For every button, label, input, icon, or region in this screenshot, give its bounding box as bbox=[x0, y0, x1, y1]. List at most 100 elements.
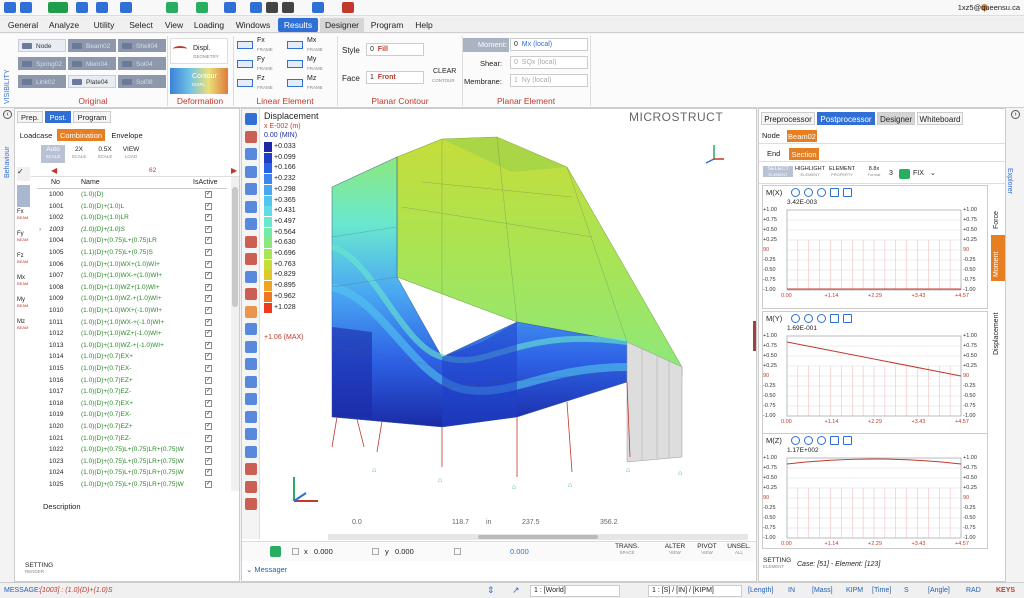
front-icon[interactable] bbox=[245, 253, 257, 265]
table-row[interactable]: 1017 (1.0)(D)+(0.7)EZ- ✓ bbox=[37, 386, 217, 397]
viewport-splitter[interactable] bbox=[753, 321, 756, 351]
row-active-checkbox[interactable]: ✓ bbox=[205, 423, 212, 430]
style-select[interactable]: 0 Fill bbox=[366, 43, 424, 56]
row-active-checkbox[interactable]: ✓ bbox=[205, 411, 212, 419]
table-row[interactable]: 1002 (1.0)(D)+(1.0)LR ✓ bbox=[37, 212, 217, 223]
row-active-checkbox[interactable]: ✓ bbox=[205, 283, 212, 291]
updown-icon[interactable]: ⇕ bbox=[487, 585, 497, 596]
right-tab-1[interactable]: Postprocessor bbox=[817, 112, 875, 125]
result-tool-2[interactable]: ELEMENT PROPERTY bbox=[827, 166, 857, 177]
next-arrow-icon[interactable]: ▶ bbox=[231, 166, 237, 175]
status-item-7[interactable]: RAD bbox=[966, 585, 981, 596]
model-3d-view[interactable]: ⌂ ⌂ ⌂ ⌂ ⌂ ⌂ bbox=[302, 127, 752, 522]
row-active-checkbox[interactable]: ✓ bbox=[205, 434, 212, 442]
menu-loading[interactable]: Loading bbox=[190, 18, 228, 32]
beam-tab[interactable]: Beam02 bbox=[787, 130, 817, 142]
chart-zoom-in-icon[interactable] bbox=[791, 314, 800, 323]
original-sol04-toggle[interactable]: Sol04 bbox=[118, 57, 166, 70]
linear-fz-button[interactable]: Fz FRAME bbox=[236, 75, 284, 92]
pause-icon[interactable] bbox=[96, 2, 108, 13]
end-tab[interactable]: End bbox=[767, 149, 780, 158]
displacement-tab[interactable]: Displacement bbox=[993, 313, 1000, 355]
undo-icon[interactable] bbox=[166, 2, 178, 13]
chart-list-icon[interactable] bbox=[843, 314, 852, 323]
setting-render-button[interactable]: SETTING RENDER bbox=[25, 562, 53, 574]
result-tool-3[interactable]: 8.8x Format bbox=[859, 166, 889, 177]
viewport-h-scrollbar[interactable] bbox=[328, 534, 748, 540]
viewport-btn-trans[interactable]: TRANS. SPACE bbox=[612, 543, 642, 555]
row-active-checkbox[interactable]: ✓ bbox=[205, 214, 212, 222]
left-subtab-0[interactable]: Loadcase bbox=[17, 129, 55, 141]
table-row[interactable]: 1004 (1.0)(D)+(0.75)L+(0.75)LR ✓ bbox=[37, 235, 217, 246]
face-select[interactable]: 1 Front bbox=[366, 71, 424, 84]
chart-zoom-in-icon[interactable] bbox=[791, 436, 800, 445]
collapse-right-icon[interactable]: › bbox=[1011, 110, 1020, 119]
menu-designer[interactable]: Designer bbox=[320, 18, 364, 32]
table-row[interactable]: 1025 (1.0)(D)+(0.75)L+(0.75)LR+(0.75)W ✓ bbox=[37, 479, 217, 490]
camera-icon[interactable] bbox=[266, 2, 278, 13]
table-row[interactable]: 1008 (1.0)(D)+(1.0)WZ+(1.0)WI+ ✓ bbox=[37, 282, 217, 293]
redo-icon[interactable] bbox=[196, 2, 208, 13]
cursor-icon[interactable] bbox=[250, 2, 262, 13]
fit-icon[interactable] bbox=[245, 183, 257, 195]
left-tab-0[interactable]: Prep. bbox=[17, 111, 43, 123]
chart-zoom-out-icon[interactable] bbox=[804, 314, 813, 323]
chart-list-icon[interactable] bbox=[843, 188, 852, 197]
original-link02-toggle[interactable]: Link02 bbox=[18, 75, 66, 88]
table-row[interactable]: 1015 (1.0)(D)+(0.7)EX- ✓ bbox=[37, 363, 217, 374]
x-checkbox[interactable] bbox=[292, 548, 299, 555]
table-row[interactable]: 1019 (1.0)(D)+(0.7)EX- ✓ bbox=[37, 409, 217, 420]
magnify-icon[interactable] bbox=[245, 410, 257, 423]
original-shell04-toggle[interactable]: Shell04 bbox=[118, 39, 166, 52]
original-spring02-toggle[interactable]: Spring02 bbox=[18, 57, 66, 70]
table-row[interactable]: 1001 (1.0)(D)+(1.0)L ✓ bbox=[37, 201, 217, 212]
left-subtab-2[interactable]: Envelope bbox=[107, 129, 147, 141]
chart-list-icon[interactable] bbox=[843, 436, 852, 445]
z-checkbox[interactable] bbox=[454, 548, 461, 555]
row-active-checkbox[interactable]: ✓ bbox=[205, 341, 212, 349]
chart-zoom-out-icon[interactable] bbox=[804, 188, 813, 197]
status-item-0[interactable]: [Length] bbox=[748, 585, 773, 596]
chart-zoom-out-icon[interactable] bbox=[804, 436, 813, 445]
row-active-checkbox[interactable]: ✓ bbox=[205, 272, 212, 280]
node-tab[interactable]: Node bbox=[762, 131, 780, 140]
side-icon[interactable] bbox=[245, 270, 257, 283]
run-icon[interactable] bbox=[48, 2, 68, 13]
beam-filter-icon[interactable] bbox=[17, 185, 30, 207]
behaviour-tab[interactable]: Behaviour bbox=[4, 146, 11, 178]
save-as-icon[interactable] bbox=[20, 2, 32, 13]
status-item-2[interactable]: [Mass] bbox=[812, 585, 833, 596]
coordinate-system-select[interactable]: 1 : [World] bbox=[530, 585, 620, 597]
unit-system-select[interactable]: 1 : [S] / [IN] / [KIPM] bbox=[648, 585, 742, 597]
contour-button[interactable]: Contour DISPL bbox=[170, 68, 228, 94]
left-tab-1[interactable]: Post. bbox=[45, 111, 71, 123]
move-icon[interactable] bbox=[245, 428, 257, 440]
row-active-checkbox[interactable]: ✓ bbox=[205, 307, 212, 314]
side-filter-mz[interactable]: Mz BEAM bbox=[17, 319, 31, 339]
fix-dropdown-icon[interactable]: ⌄ bbox=[930, 169, 936, 177]
row-active-checkbox[interactable]: ✓ bbox=[205, 191, 212, 198]
window-icon[interactable] bbox=[245, 375, 257, 388]
table-row[interactable]: 1011 (1.0)(D)+(1.0)WX-+(-1.0)WI+ ✓ bbox=[37, 317, 217, 328]
axis-icon[interactable]: ↗ bbox=[512, 585, 523, 596]
original-beam02-toggle[interactable]: Beam02 bbox=[68, 39, 116, 52]
result-tool-0[interactable]: SELECT ELEMENT bbox=[763, 166, 793, 177]
table-row[interactable]: 1014 (1.0)(D)+(0.7)EX+ ✓ bbox=[37, 351, 217, 362]
side-filter-fz[interactable]: Fz BEAM bbox=[17, 253, 31, 273]
table-row[interactable]: 1023 (1.0)(D)+(0.75)L+(0.75)LR+(0.75)W ✓ bbox=[37, 456, 217, 467]
row-active-checkbox[interactable]: ✓ bbox=[205, 249, 212, 256]
scale-button-2[interactable]: 0.5X SCALE bbox=[93, 145, 117, 163]
digits-stepper-icon[interactable] bbox=[899, 169, 910, 179]
pan-icon[interactable] bbox=[245, 218, 257, 230]
chart-fit-icon[interactable] bbox=[817, 436, 826, 445]
print-icon[interactable] bbox=[282, 2, 294, 13]
force-tab[interactable]: Force bbox=[993, 211, 1000, 229]
linear-fy-button[interactable]: Fy FRAME bbox=[236, 56, 284, 73]
pan-all-icon[interactable] bbox=[245, 445, 257, 458]
viewport-btn-pivot[interactable]: PIVOT VIEW bbox=[692, 543, 722, 555]
status-item-8[interactable]: KEYS bbox=[996, 585, 1015, 596]
side-filter-fy[interactable]: Fy BEAM bbox=[17, 231, 31, 251]
view-c-icon[interactable] bbox=[245, 358, 257, 370]
explorer-tab[interactable]: Explorer bbox=[1006, 168, 1013, 194]
step-icon[interactable] bbox=[76, 2, 88, 13]
